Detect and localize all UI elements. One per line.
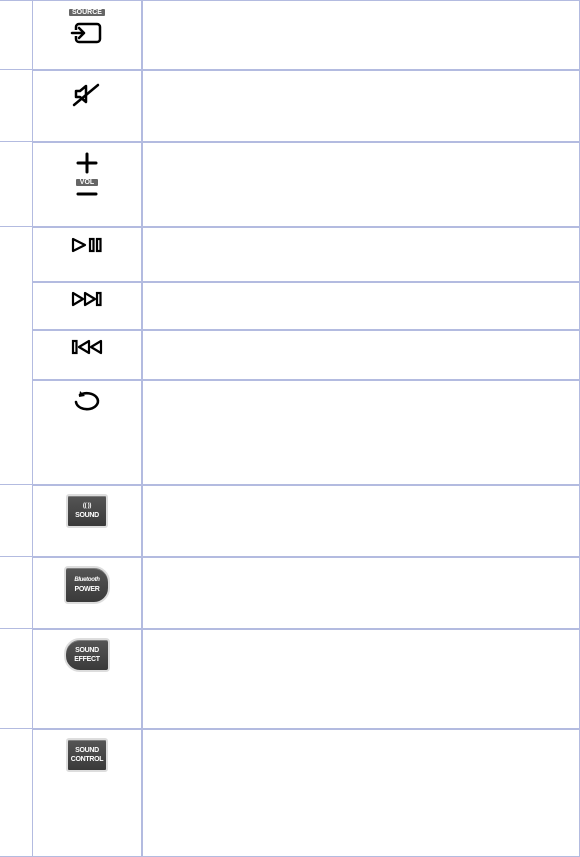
bt-btn-line1: Bluetooth: [74, 576, 99, 585]
table-stub: [0, 557, 32, 629]
sc-btn-line1: SOUND: [75, 746, 99, 755]
icon-cell-playpause: [32, 227, 142, 282]
icon-cell-control: SOUND CONTROL: [32, 729, 142, 857]
table-stub: [0, 282, 32, 330]
sound-btn-line1: (( )): [83, 502, 91, 511]
icon-cell-volume: VOL: [32, 142, 142, 227]
repeat-icon: [70, 389, 104, 415]
icon-cell-prev: [32, 330, 142, 380]
table-stub: [0, 380, 32, 485]
bt-btn-line2: POWER: [75, 585, 100, 594]
table-stub: [0, 227, 32, 282]
source-label: SOURCE: [69, 9, 105, 16]
desc-cell: [142, 557, 580, 629]
desc-cell: [142, 729, 580, 857]
plus-icon: [75, 151, 99, 175]
desc-cell: [142, 142, 580, 227]
icon-cell-repeat: [32, 380, 142, 485]
vol-label: VOL: [76, 179, 98, 186]
play-pause-icon: [70, 236, 104, 254]
desc-cell: [142, 380, 580, 485]
icon-cell-next: [32, 282, 142, 330]
table-stub: [0, 629, 32, 729]
icon-cell-effect: SOUND EFFECT: [32, 629, 142, 729]
icon-cell-sound: (( )) SOUND: [32, 485, 142, 557]
desc-cell: [142, 330, 580, 380]
desc-cell: [142, 0, 580, 70]
sound-control-button-icon: SOUND CONTROL: [66, 738, 108, 772]
table-stub: [0, 729, 32, 857]
table-stub: [0, 70, 32, 142]
table-stub: [0, 330, 32, 380]
remote-buttons-table: SOURCE VOL: [0, 0, 580, 857]
table-stub: [0, 0, 32, 70]
prev-track-icon: [70, 339, 104, 355]
desc-cell: [142, 282, 580, 330]
table-stub: [0, 142, 32, 227]
icon-cell-source: SOURCE: [32, 0, 142, 70]
bt-power-button-icon: Bluetooth POWER: [64, 566, 110, 604]
next-track-icon: [70, 291, 104, 307]
source-icon: [70, 20, 104, 46]
desc-cell: [142, 70, 580, 142]
desc-cell: [142, 485, 580, 557]
sc-btn-line2: CONTROL: [71, 755, 104, 764]
icon-cell-mute: [32, 70, 142, 142]
table-stub: [0, 485, 32, 557]
desc-cell: [142, 227, 580, 282]
sound-effect-button-icon: SOUND EFFECT: [64, 638, 110, 672]
se-btn-line1: SOUND: [75, 646, 99, 655]
sound-btn-line2: SOUND: [75, 511, 99, 520]
sound-button-icon: (( )) SOUND: [66, 494, 108, 528]
minus-icon: [75, 190, 99, 198]
mute-icon: [70, 79, 104, 109]
icon-cell-btpower: Bluetooth POWER: [32, 557, 142, 629]
se-btn-line2: EFFECT: [74, 655, 99, 664]
desc-cell: [142, 629, 580, 729]
